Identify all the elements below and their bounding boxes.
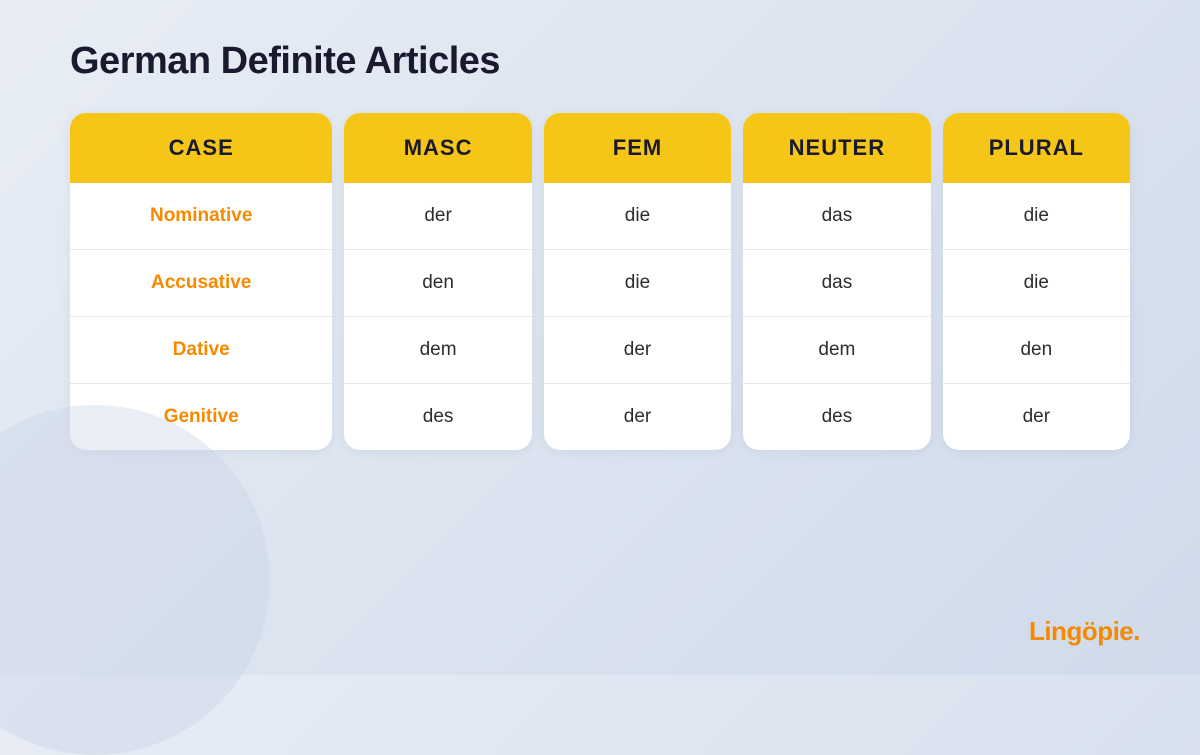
header-neuter: NEUTER: [789, 135, 885, 160]
cell-neuter-1: das: [743, 250, 930, 317]
cell-fem-2: der: [544, 317, 731, 384]
column-case: CASE NominativeAccusativeDativeGenitive: [70, 113, 332, 450]
column-fem: FEMdiediederder: [544, 113, 731, 450]
cell-case-3: Genitive: [70, 384, 332, 450]
header-masc: MASC: [404, 135, 473, 160]
branding-logo: Lingöpie.: [1029, 616, 1140, 647]
cell-case-1: Accusative: [70, 250, 332, 317]
column-masc: MASC derdendemdes: [344, 113, 531, 450]
cell-case-0: Nominative: [70, 183, 332, 250]
page-title: German Definite Articles: [70, 40, 500, 83]
header-fem: FEM: [613, 135, 662, 160]
cell-plural-1: die: [943, 250, 1130, 317]
cell-case-2: Dative: [70, 317, 332, 384]
cell-plural-0: die: [943, 183, 1130, 250]
cell-plural-3: der: [943, 384, 1130, 450]
header-case: CASE: [169, 135, 234, 160]
cell-masc-2: dem: [344, 317, 531, 384]
column-neuter: NEUTERdasdasdemdes: [743, 113, 930, 450]
cell-neuter-2: dem: [743, 317, 930, 384]
cell-masc-3: des: [344, 384, 531, 450]
cell-neuter-3: des: [743, 384, 930, 450]
header-plural: PLURAL: [989, 135, 1084, 160]
articles-table: CASENominativeAccusativeDativeGenitiveMA…: [70, 113, 1130, 450]
cell-masc-0: der: [344, 183, 531, 250]
column-plural: PLURALdiediedender: [943, 113, 1130, 450]
cell-fem-1: die: [544, 250, 731, 317]
cell-fem-0: die: [544, 183, 731, 250]
cell-fem-3: der: [544, 384, 731, 450]
cell-masc-1: den: [344, 250, 531, 317]
cell-plural-2: den: [943, 317, 1130, 384]
cell-neuter-0: das: [743, 183, 930, 250]
